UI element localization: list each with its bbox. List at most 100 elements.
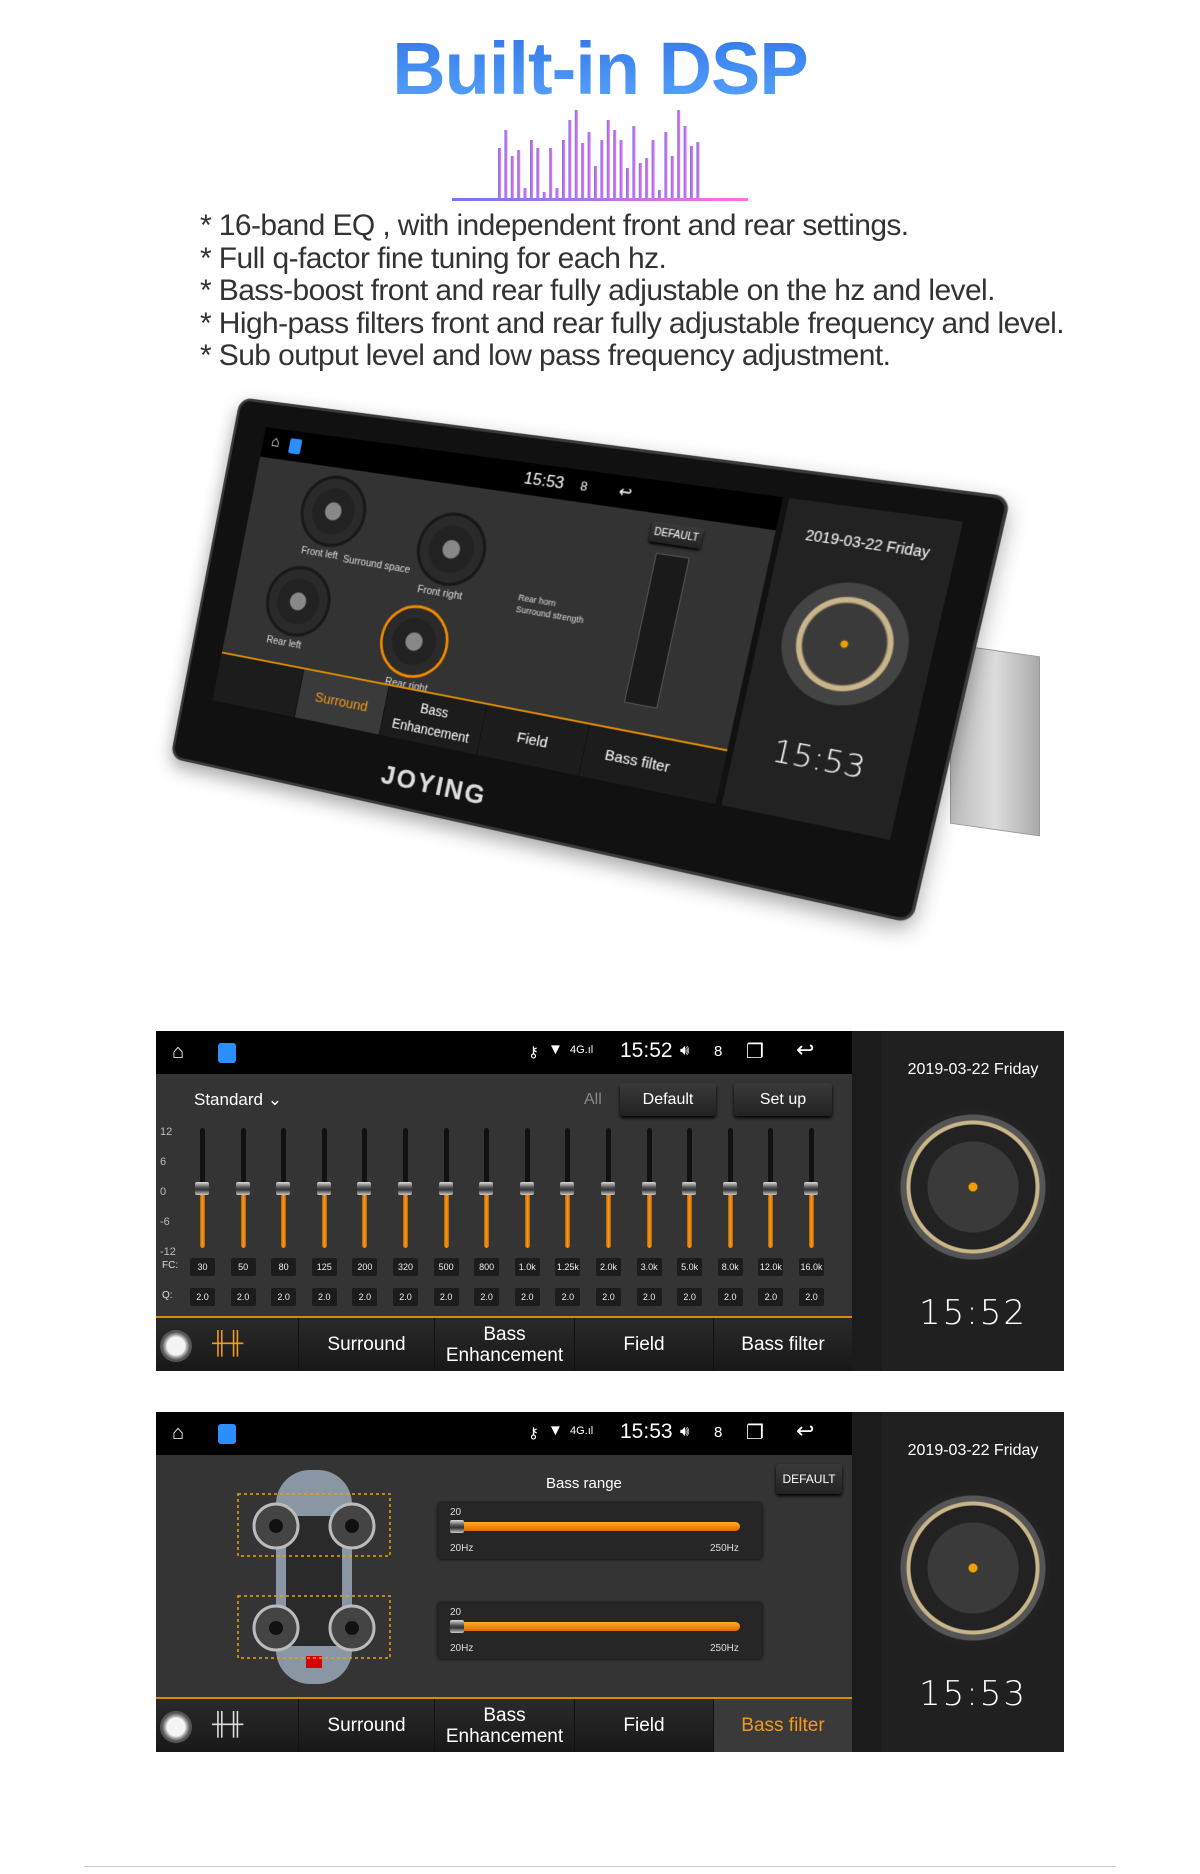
slider-handle[interactable] bbox=[450, 1620, 464, 1633]
fc-value[interactable]: 200 bbox=[352, 1258, 378, 1276]
default-button[interactable]: DEFAULT bbox=[776, 1464, 842, 1494]
q-value[interactable]: 2.0 bbox=[230, 1288, 256, 1306]
eq-slider-handle[interactable] bbox=[316, 1182, 331, 1195]
fc-value[interactable]: 12.0k bbox=[758, 1258, 784, 1276]
tab-field[interactable]: Field bbox=[574, 1318, 713, 1371]
y-tick-label: 6 bbox=[160, 1156, 167, 1168]
fc-value[interactable]: 80 bbox=[271, 1258, 297, 1276]
fc-value[interactable]: 16.0k bbox=[799, 1258, 824, 1276]
gauge-label: Front left bbox=[300, 544, 339, 562]
preset-dropdown[interactable]: Standard ⌄ bbox=[194, 1090, 282, 1110]
eq-slider-handle[interactable] bbox=[601, 1182, 615, 1195]
q-value[interactable]: 2.0 bbox=[271, 1288, 297, 1306]
volume-icon[interactable]: 🔊︎ bbox=[680, 1042, 689, 1059]
fc-value[interactable]: 320 bbox=[393, 1258, 418, 1276]
q-value[interactable]: 2.0 bbox=[474, 1288, 500, 1306]
eq-slider-handle[interactable] bbox=[763, 1182, 778, 1195]
q-row-label: Q: bbox=[162, 1290, 173, 1301]
tab-bass-filter[interactable]: Bass filter bbox=[713, 1318, 852, 1371]
slider-handle[interactable] bbox=[450, 1520, 464, 1533]
home-icon[interactable]: ⌂ bbox=[172, 1422, 184, 1445]
power-knob-icon[interactable] bbox=[160, 1330, 192, 1362]
slider-track[interactable] bbox=[458, 1522, 740, 1531]
surround-strength-slider[interactable] bbox=[623, 552, 690, 709]
gauge-front-right[interactable] bbox=[410, 507, 494, 592]
tab-bass-enhancement[interactable]: Bass Enhancement bbox=[434, 1699, 574, 1752]
equalizer-icon[interactable]: ╫╫ bbox=[212, 1711, 243, 1737]
eq-slider-handle[interactable] bbox=[722, 1182, 737, 1195]
fc-value[interactable]: 8.0k bbox=[717, 1258, 743, 1276]
eq-slider-handle[interactable] bbox=[235, 1182, 250, 1195]
tab-field[interactable]: Field bbox=[574, 1699, 713, 1752]
logo-bar bbox=[638, 163, 642, 198]
q-value[interactable]: 2.0 bbox=[393, 1288, 418, 1306]
eq-slider-handle[interactable] bbox=[560, 1182, 575, 1195]
fc-value[interactable]: 1.0k bbox=[514, 1258, 540, 1276]
fc-value[interactable]: 5.0k bbox=[677, 1258, 703, 1276]
q-value[interactable]: 2.0 bbox=[514, 1288, 540, 1306]
gauge-front-left[interactable] bbox=[294, 471, 373, 553]
setup-button[interactable]: Set up bbox=[734, 1083, 832, 1116]
dsp-app-icon[interactable] bbox=[218, 1424, 236, 1444]
q-value[interactable]: 2.0 bbox=[636, 1288, 662, 1306]
q-value[interactable]: 2.0 bbox=[717, 1288, 743, 1306]
q-value[interactable]: 2.0 bbox=[190, 1288, 215, 1306]
q-value[interactable]: 2.0 bbox=[555, 1288, 581, 1306]
slider-track[interactable] bbox=[458, 1622, 740, 1631]
q-value[interactable]: 2.0 bbox=[677, 1288, 703, 1306]
gauge-rear-left[interactable] bbox=[259, 560, 337, 643]
tab-bass-filter[interactable]: Bass filter bbox=[713, 1699, 852, 1752]
home-icon[interactable]: ⌂ bbox=[172, 1041, 184, 1064]
q-value[interactable]: 2.0 bbox=[758, 1288, 784, 1306]
tab-surround[interactable]: Surround bbox=[298, 1318, 434, 1371]
fc-value[interactable]: 500 bbox=[433, 1258, 459, 1276]
power-knob-icon[interactable] bbox=[160, 1711, 192, 1743]
bass-range-slider-front[interactable]: 20 20Hz 250Hz bbox=[438, 1503, 762, 1559]
q-value[interactable]: 2.0 bbox=[799, 1288, 824, 1306]
fc-value[interactable]: 30 bbox=[190, 1258, 215, 1276]
dsp-app-icon[interactable] bbox=[218, 1043, 236, 1063]
fc-value[interactable]: 50 bbox=[230, 1258, 256, 1276]
clock-panel: 2019-03-22 Friday 15:52 bbox=[882, 1031, 1064, 1371]
bass-range-slider-rear[interactable]: 20 20Hz 250Hz bbox=[438, 1603, 762, 1659]
eq-slider-handle[interactable] bbox=[519, 1182, 534, 1195]
q-value[interactable]: 2.0 bbox=[596, 1288, 621, 1306]
tab-bass-enhancement[interactable]: Bass Enhancement bbox=[434, 1318, 574, 1371]
fc-value[interactable]: 125 bbox=[311, 1258, 337, 1276]
eq-slider-fill bbox=[768, 1188, 774, 1248]
logo-bar bbox=[677, 110, 681, 198]
q-value[interactable]: 2.0 bbox=[433, 1288, 459, 1306]
logo-bar bbox=[626, 168, 629, 198]
recent-apps-icon[interactable]: ❐ bbox=[746, 1039, 764, 1064]
fc-value[interactable]: 2.0k bbox=[596, 1258, 621, 1276]
car-speaker-diagram[interactable] bbox=[236, 1466, 392, 1688]
eq-slider-fill bbox=[727, 1188, 733, 1248]
eq-slider-handle[interactable] bbox=[682, 1182, 697, 1195]
eq-slider-handle[interactable] bbox=[357, 1182, 372, 1195]
all-toggle[interactable]: All bbox=[584, 1091, 602, 1109]
logo-bar bbox=[613, 130, 617, 198]
q-value[interactable]: 2.0 bbox=[352, 1288, 378, 1306]
eq-slider-handle[interactable] bbox=[398, 1182, 412, 1195]
q-value[interactable]: 2.0 bbox=[311, 1288, 337, 1306]
back-icon[interactable]: ↩ bbox=[796, 1037, 814, 1063]
logo-bar bbox=[670, 156, 674, 198]
default-button[interactable]: DEFAULT bbox=[648, 521, 705, 549]
date-label: 2019-03-22 Friday bbox=[907, 1442, 1039, 1459]
eq-slider-handle[interactable] bbox=[195, 1182, 209, 1195]
fc-value[interactable]: 1.25k bbox=[555, 1258, 581, 1276]
fc-value[interactable]: 3.0k bbox=[636, 1258, 662, 1276]
eq-slider-handle[interactable] bbox=[479, 1182, 494, 1195]
back-icon[interactable]: ↩ bbox=[796, 1418, 814, 1444]
equalizer-icon[interactable]: ╫╫ bbox=[212, 1330, 243, 1356]
eq-slider-handle[interactable] bbox=[276, 1182, 291, 1195]
volume-icon[interactable]: 🔊︎ bbox=[680, 1423, 689, 1440]
eq-slider-handle[interactable] bbox=[641, 1182, 656, 1195]
default-button[interactable]: Default bbox=[620, 1083, 716, 1116]
eq-slider-handle[interactable] bbox=[438, 1182, 453, 1195]
fc-value[interactable]: 800 bbox=[474, 1258, 500, 1276]
eq-slider-handle[interactable] bbox=[804, 1182, 818, 1195]
tab-surround[interactable]: Surround bbox=[298, 1699, 434, 1752]
recent-apps-icon[interactable]: ❐ bbox=[746, 1420, 764, 1445]
gauge-rear-right[interactable] bbox=[373, 599, 456, 684]
